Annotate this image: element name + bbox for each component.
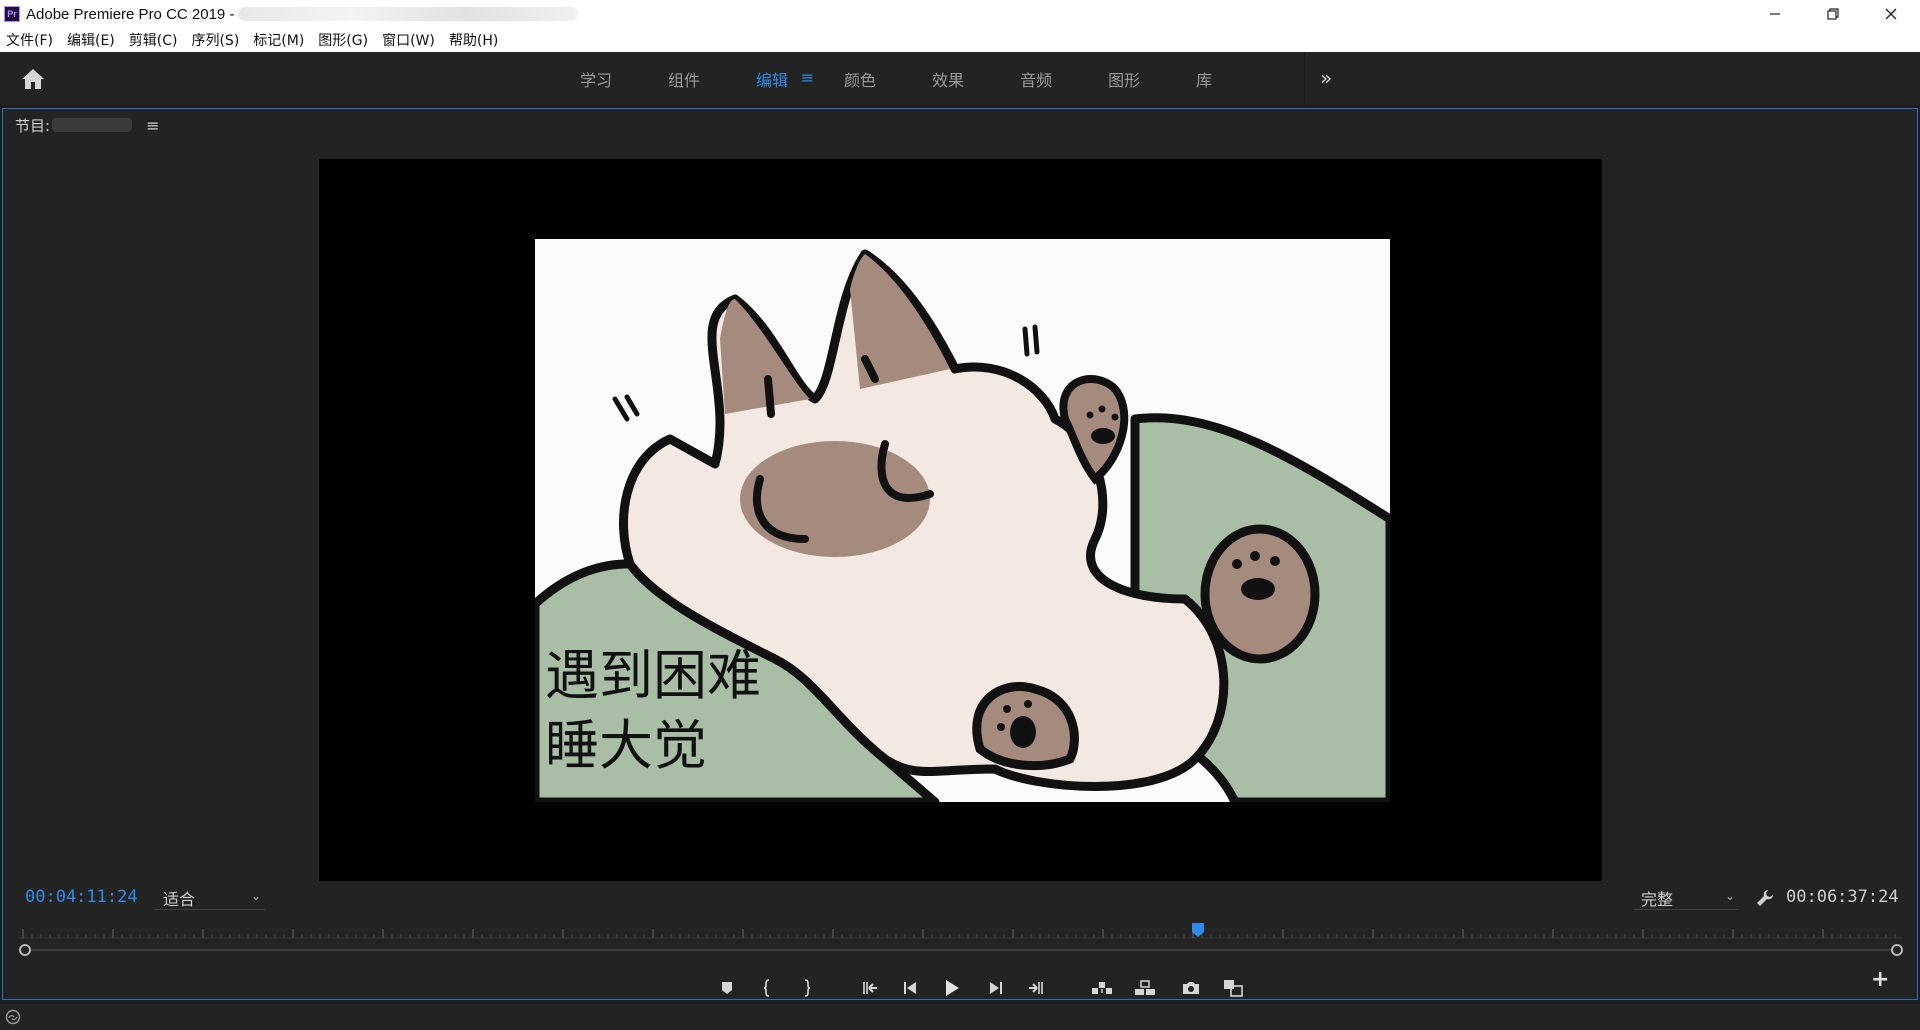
play-button[interactable] [940,977,964,999]
restore-button[interactable] [1804,0,1862,28]
redacted-sequence-name [52,118,133,132]
extract-button[interactable] [1133,977,1157,999]
step-back-button[interactable] [899,977,923,999]
restore-icon [1827,8,1839,20]
button-editor-add-button[interactable]: + [1871,967,1889,992]
comparison-view-button[interactable] [1221,977,1245,999]
step-forward-button[interactable] [983,977,1007,999]
scroll-handle-left[interactable] [19,944,31,956]
paw-bottom [972,682,1079,771]
zoom-level-select[interactable]: 适合 ⌄ [155,886,265,910]
window-controls [1746,0,1920,28]
mark-out-icon [804,979,811,997]
mark-in-button[interactable] [755,977,779,999]
tab-color[interactable]: 颜色 [844,67,876,91]
video-frame: 遇到困难 睡大觉 [535,239,1390,802]
zoom-scroll-bar[interactable] [19,943,1903,957]
title-bar: Pr Adobe Premiere Pro CC 2019 - [0,0,1920,28]
scroll-handle-right[interactable] [1891,944,1903,956]
tab-libraries[interactable]: 库 [1196,67,1212,91]
caption-line-1: 遇到困难 [545,644,761,707]
extract-icon [1135,980,1155,995]
home-icon [22,69,44,89]
close-button[interactable] [1862,0,1920,28]
playback-resolution-select[interactable]: 完整 ⌄ [1633,886,1739,910]
panel-header: 节目: ≡ [15,115,159,135]
menu-bar: 文件(F) 编辑(E) 剪辑(C) 序列(S) 标记(M) 图形(G) 窗口(W… [0,28,1920,52]
menu-markers[interactable]: 标记(M) [253,30,304,50]
mark-out-button[interactable] [795,977,819,999]
premiere-logo-icon: Pr [4,6,20,22]
workspace-menu-icon[interactable]: ≡ [801,68,814,87]
mark-in-icon [763,979,770,997]
tab-effects[interactable]: 效果 [932,67,964,91]
tab-graphics[interactable]: 图形 [1108,67,1140,91]
panel-title[interactable]: 节目: [15,115,50,136]
play-icon [946,980,959,996]
tab-audio[interactable]: 音频 [1020,67,1052,91]
workspace-tabs: 学习 组件 编辑 ≡ 颜色 效果 音频 图形 库 [580,52,1268,106]
go-to-in-button[interactable] [859,977,883,999]
playback-resolution-value: 完整 [1641,890,1674,909]
settings-wrench-button[interactable] [1755,888,1775,908]
menu-sequence[interactable]: 序列(S) [191,30,239,50]
tab-assembly[interactable]: 组件 [668,67,700,91]
comparison-view-icon [1224,980,1243,997]
lift-icon [1092,982,1112,994]
program-monitor-panel: 节目: ≡ 遇到困难 睡大觉 00:04:11:24 适合 ⌄ 完整 ⌄ 00:… [2,108,1918,1000]
paw-right [1200,524,1320,664]
chevron-down-icon: ⌄ [1724,889,1735,903]
zoom-level-value: 适合 [163,890,196,909]
caption-line-2: 睡大觉 [545,714,707,777]
close-icon [1885,8,1897,20]
playhead[interactable] [1192,923,1205,937]
creative-cloud-sync-icon[interactable] [4,1009,22,1025]
menu-graphics[interactable]: 图形(G) [318,30,368,50]
tab-editing[interactable]: 编辑 ≡ [756,67,814,91]
minimize-button[interactable] [1746,0,1804,28]
go-to-in-icon [863,982,877,994]
go-to-out-button[interactable] [1023,977,1047,999]
time-ruler[interactable] [19,927,1903,939]
panel-menu-icon[interactable]: ≡ [146,116,159,135]
duration-timecode: 00:06:37:24 [1786,887,1899,907]
program-viewer[interactable]: 遇到困难 睡大觉 [319,159,1602,881]
go-to-out-icon [1029,982,1043,994]
step-back-icon [904,982,916,994]
menu-clip[interactable]: 剪辑(C) [129,30,178,50]
workspace-bar: 学习 组件 编辑 ≡ 颜色 效果 音频 图形 库 » [0,52,1920,106]
chevron-down-icon: ⌄ [250,889,261,903]
minimize-icon [1770,13,1780,15]
wrench-icon [1757,890,1773,906]
home-button[interactable] [20,67,46,91]
workspace-divider [1304,52,1305,106]
lift-button[interactable] [1090,977,1114,999]
menu-file[interactable]: 文件(F) [6,30,53,50]
redacted-project-name [238,7,579,21]
workspace-overflow-button[interactable]: » [1320,66,1332,90]
add-marker-icon [722,982,732,994]
menu-help[interactable]: 帮助(H) [449,30,498,50]
menu-window[interactable]: 窗口(W) [382,30,435,50]
cat-illustration: 遇到困难 睡大觉 [535,249,1390,802]
tab-editing-label: 编辑 [756,71,789,90]
window-title: Adobe Premiere Pro CC 2019 - [26,5,235,23]
status-bar [0,1004,1920,1030]
export-frame-button[interactable] [1179,977,1203,999]
scroll-track-line [27,949,1895,951]
export-frame-icon [1183,982,1199,994]
add-marker-button[interactable] [715,977,739,999]
transport-controls [3,969,1919,1005]
tab-learning[interactable]: 学习 [580,67,612,91]
menu-edit[interactable]: 编辑(E) [67,30,115,50]
step-forward-icon [990,982,1002,994]
current-timecode[interactable]: 00:04:11:24 [25,887,138,907]
